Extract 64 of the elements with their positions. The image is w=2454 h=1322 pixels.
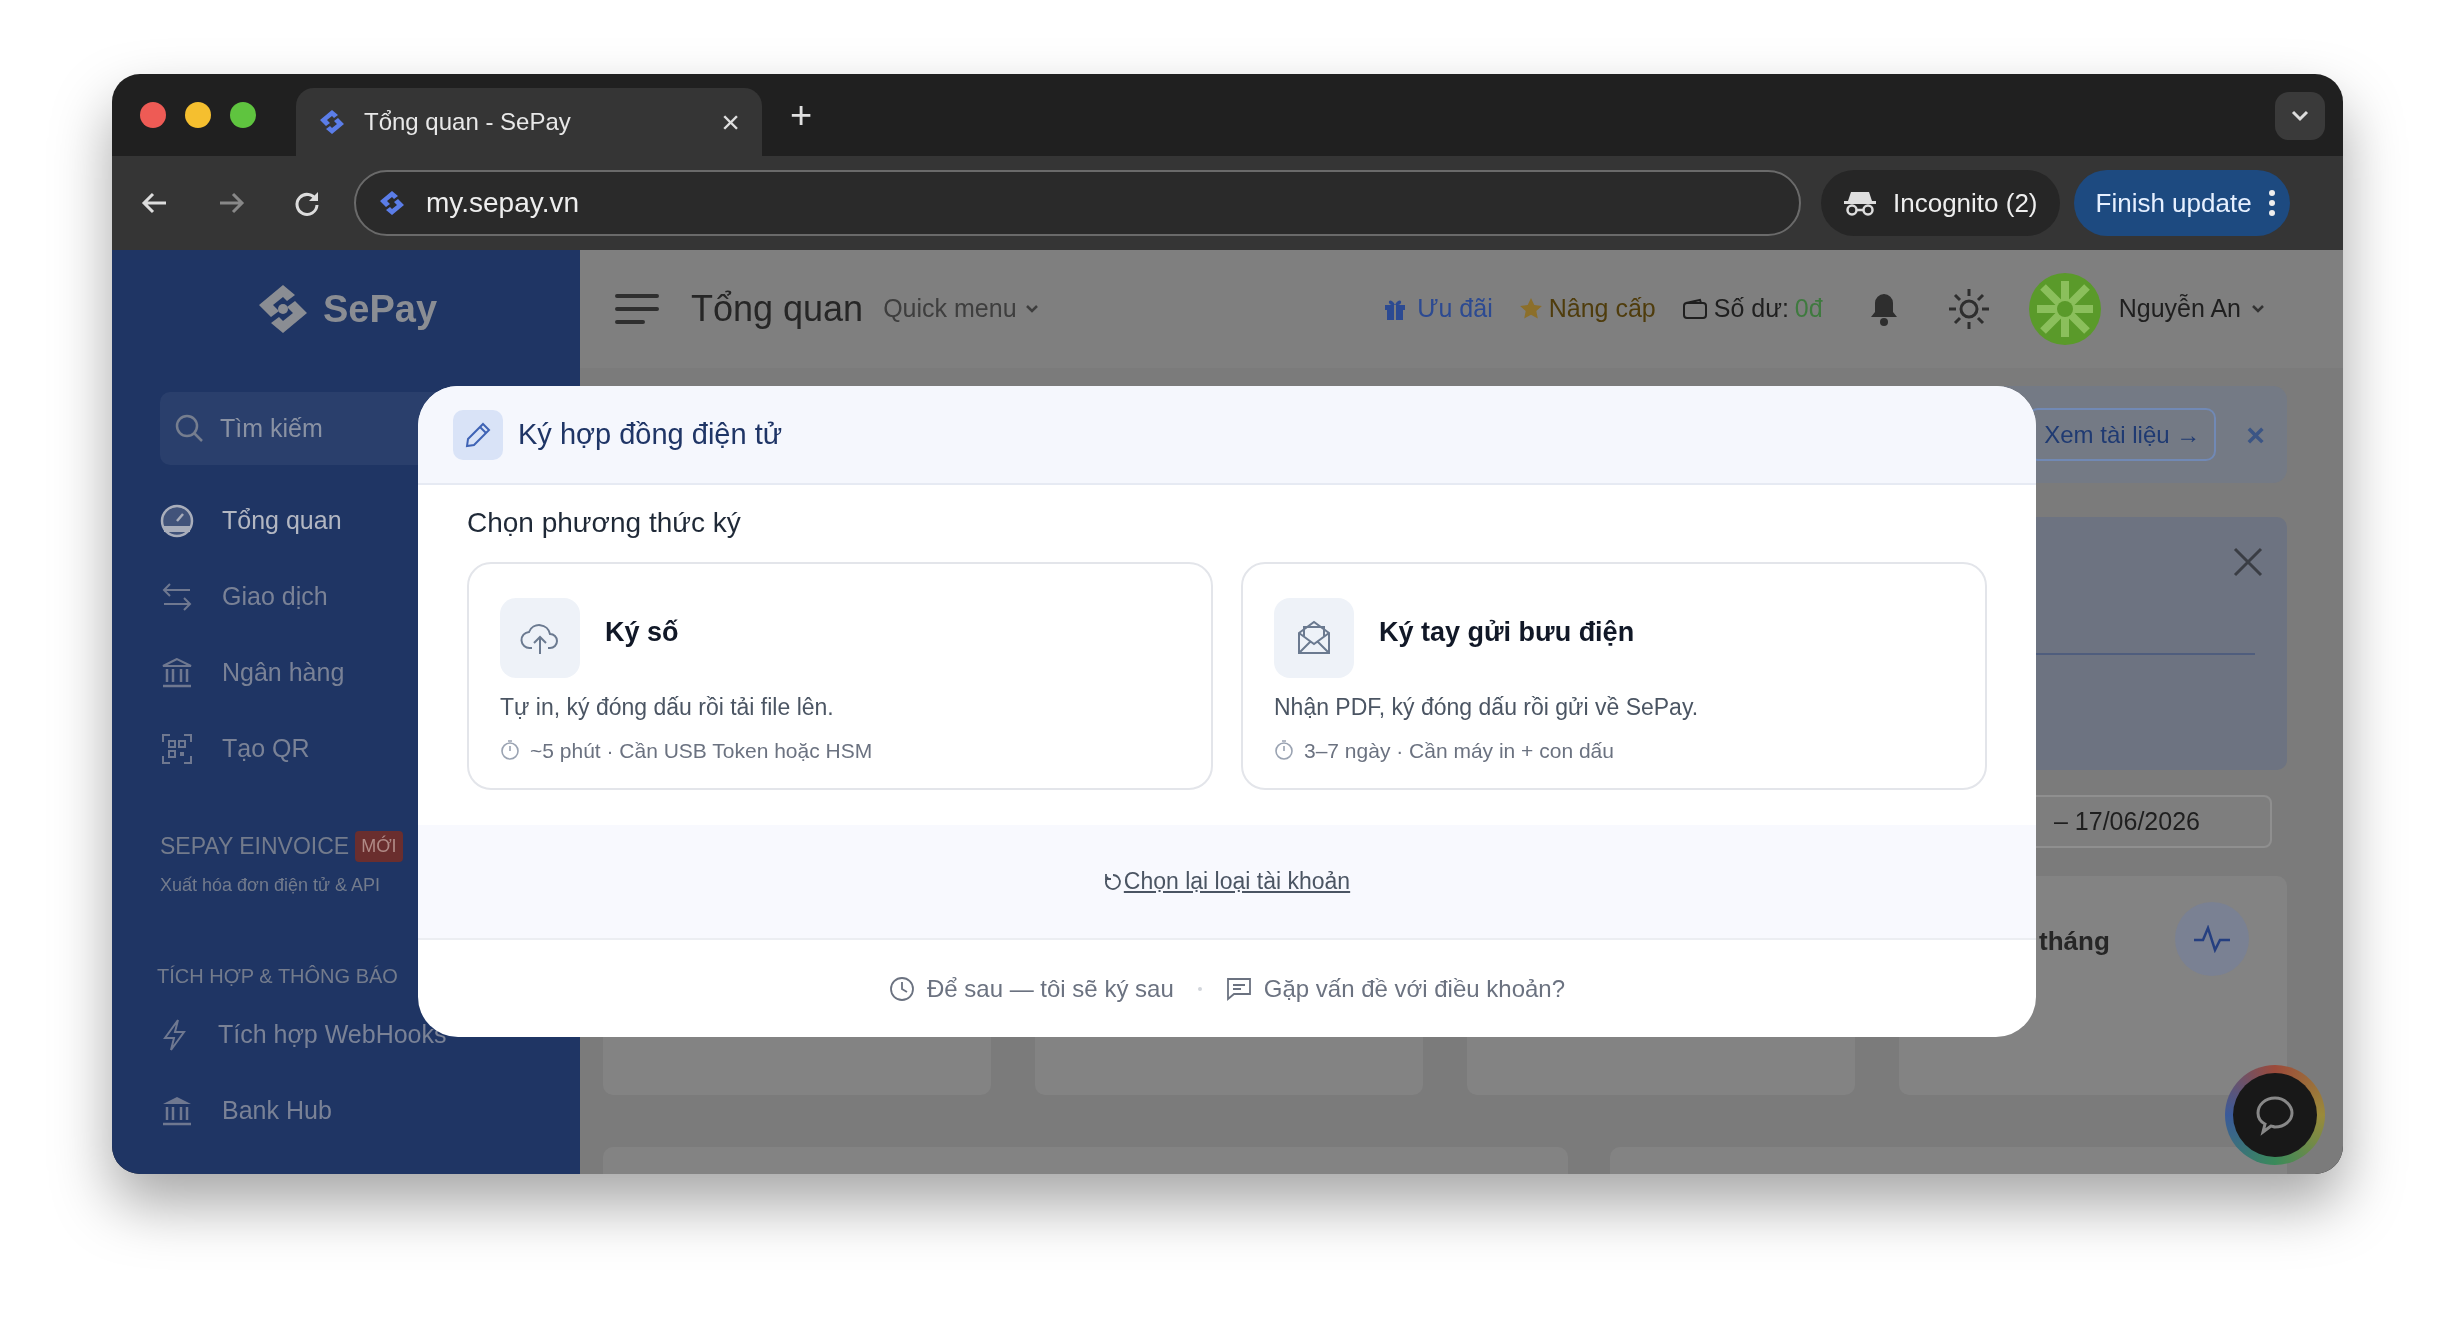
option-title: Ký tay gửi bưu điện [1379, 616, 1635, 649]
option-card[interactable]: Ký số Tự in, ký đóng dấu rồi tải file lên. ~5 phút · Cần USB Token hoặc HSM [467, 562, 1213, 790]
sidebar-item[interactable]: Tạo QR [160, 711, 310, 787]
later-link[interactable]: Để sau — tôi sẽ ký sau [888, 970, 1174, 1007]
incognito-button[interactable]: Incognito (2) [1821, 170, 2060, 236]
sidebar-item[interactable]: Bank Hub [160, 1072, 332, 1149]
finish-update-button[interactable]: Finish update [2073, 170, 2290, 236]
tab-title: Tổng quan - SePay [364, 107, 572, 137]
option-meta: ~5 phút · Cần USB Token hoặc HSM [530, 737, 873, 764]
balance-text: Số dư: 0đ [1681, 290, 1823, 328]
menu-icon[interactable] [615, 293, 659, 325]
terms-issue-link[interactable]: Gặp vấn đề với điều khoản? [1225, 970, 1566, 1007]
option-meta: 3–7 ngày · Cần máy in + con dấu [1304, 737, 1614, 764]
upgrade-link[interactable]: Nâng cấp [1518, 290, 1656, 328]
message-icon [1225, 976, 1252, 1001]
section-title: TÍCH HỢP & THÔNG BÁO [157, 963, 398, 989]
timer-icon [1274, 740, 1294, 761]
close-window-button[interactable] [140, 102, 166, 128]
chevron-down-icon [1024, 304, 1039, 314]
sidebar-item[interactable]: Giao dịch [160, 559, 328, 635]
chat-icon [2254, 1094, 2296, 1136]
refresh-icon [1103, 872, 1122, 891]
page-title: Tổng quan [691, 287, 864, 331]
wallet-icon [1681, 298, 1708, 320]
sun-icon[interactable] [1946, 287, 1991, 331]
option-description: Nhận PDF, ký đóng dấu rồi gửi về SePay. [1274, 693, 1700, 722]
more-icon [2267, 189, 2276, 217]
option-title: Ký số [605, 616, 679, 649]
tab-list-button[interactable] [2275, 92, 2325, 140]
address-bar[interactable]: my.sepay.vn [354, 170, 1801, 236]
clock-icon [888, 975, 915, 1002]
browser-tab[interactable]: Tổng quan - SePay × [296, 88, 762, 156]
card-title: tháng [2039, 925, 2110, 958]
bell-icon[interactable] [1868, 292, 1899, 326]
site-icon [318, 108, 346, 136]
chevron-down-icon [2251, 304, 2265, 314]
section-heading: Chọn phương thức ký [467, 506, 742, 540]
gauge-icon [160, 504, 194, 538]
section-subtitle: Xuất hóa đơn điện tử & API [160, 873, 381, 897]
pencil-icon [464, 420, 492, 449]
user-menu-button[interactable]: Nguyễn An [2118, 290, 2265, 328]
reset-link[interactable]: Chọn lại loại tài khoản [1103, 864, 1351, 899]
chevron-down-icon [2290, 109, 2310, 123]
timer-icon [500, 740, 520, 761]
sidebar-item[interactable]: Tổng quan [160, 483, 342, 559]
new-badge: MỚI [355, 830, 403, 862]
search-icon [174, 413, 204, 443]
incognito-icon [1843, 190, 1877, 216]
new-tab-button[interactable]: + [790, 96, 813, 134]
option-description: Tự in, ký đóng dấu rồi tải file lên. [500, 693, 835, 722]
logo-text: SePay [322, 286, 438, 332]
qr-code-icon [160, 732, 194, 766]
option-card[interactable]: Ký tay gửi bưu điện Nhận PDF, ký đóng dấu rồi gửi về SePay. 3–7 ngày · Cần máy in + con dấu [1241, 562, 1987, 790]
minimize-window-button[interactable] [185, 102, 211, 128]
site-icon [378, 189, 406, 217]
bank-icon [160, 656, 194, 690]
sidebar-item[interactable]: Tích hợp WebHooks [160, 996, 447, 1073]
tab-close-button[interactable]: × [721, 106, 740, 138]
section-title: SEPAY EINVOICE [160, 832, 350, 861]
maximize-window-button[interactable] [230, 102, 256, 128]
quick-menu-button[interactable]: Quick menu [883, 290, 1039, 328]
sidebar-item[interactable]: Ngân hàng [160, 635, 345, 711]
star-icon [1518, 297, 1543, 321]
pulse-icon [2193, 925, 2231, 953]
